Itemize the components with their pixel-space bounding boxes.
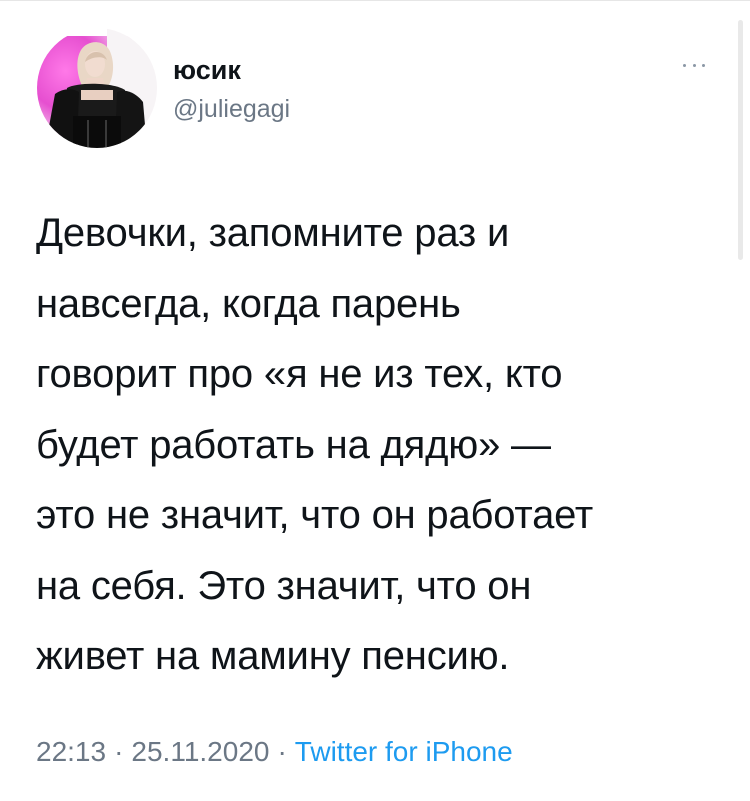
author-info: юсик @juliegagi (173, 54, 290, 124)
tweet: юсик @juliegagi Девочки, запомните раз и… (0, 0, 750, 801)
tweet-meta: 22:13 · 25.11.2020 · Twitter for iPhone (36, 735, 513, 769)
tweet-text-line: навсегда, когда парень (36, 281, 461, 326)
display-name[interactable]: юсик (173, 54, 290, 86)
more-horizontal-icon (683, 63, 686, 67)
tweet-text-line: будет работать на дядю» — (36, 422, 551, 467)
tweet-text-line: на себя. Это значит, что он (36, 563, 532, 608)
separator: · (277, 736, 287, 767)
username[interactable]: @juliegagi (173, 94, 290, 124)
tweet-source-link[interactable]: Twitter for iPhone (295, 736, 513, 767)
scrollbar[interactable] (738, 20, 743, 260)
more-horizontal-icon (702, 63, 705, 67)
tweet-text: Девочки, запомните раз и навсегда, когда… (36, 198, 726, 692)
more-options-button[interactable] (683, 57, 705, 73)
tweet-text-line: это не значит, что он работает (36, 493, 593, 537)
tweet-text-line: Девочки, запомните раз и (36, 211, 510, 255)
separator: · (114, 736, 124, 767)
tweet-text-line: говорит про «я не из тех, кто (36, 352, 563, 396)
more-horizontal-icon (692, 63, 696, 67)
tweet-time[interactable]: 22:13 (36, 736, 106, 767)
profile-photo-icon (37, 28, 157, 148)
tweet-text-line: живет на мамину пенсию. (36, 634, 510, 678)
avatar[interactable] (37, 28, 157, 148)
tweet-date[interactable]: 25.11.2020 (131, 736, 269, 767)
